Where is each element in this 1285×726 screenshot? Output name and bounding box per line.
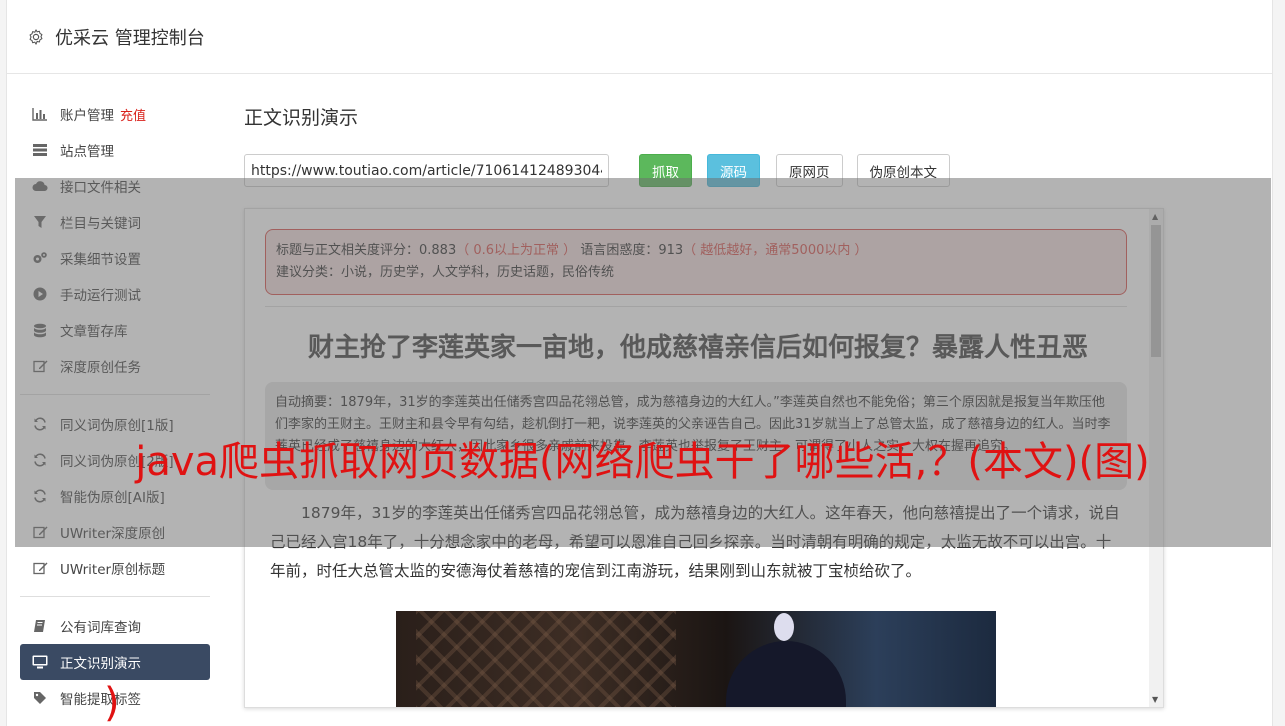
image-hat-knob	[774, 613, 794, 641]
url-input[interactable]	[244, 154, 609, 187]
scroll-down-icon[interactable]: ▼	[1152, 695, 1158, 704]
spin-article-button[interactable]: 伪原创本文	[856, 154, 950, 187]
sidebar-item-uwriter-deep[interactable]: UWriter深度原创	[20, 514, 210, 550]
score-alert: 标题与正文相关度评分：0.883（ 0.6以上为正常 ） 语言困惑度：913（ …	[265, 229, 1127, 295]
edit-icon	[32, 560, 48, 576]
sidebar-item-uwriter-title[interactable]: UWriter原创标题	[20, 550, 210, 586]
sidebar-item-label: 站点管理	[60, 144, 114, 160]
sidebar-item-collect-settings[interactable]: 采集细节设置	[20, 240, 210, 276]
sidebar-item-deep-original[interactable]: 深度原创任务	[20, 348, 210, 384]
sidebar-item-label: UWriter深度原创	[60, 526, 166, 542]
sidebar-item-label: 接口文件相关	[60, 180, 141, 196]
tag-icon	[32, 690, 48, 706]
sidebar: 账户管理 充值 站点管理 接口文件相关 栏目与关键词 采集细节设置 手动运行测试…	[20, 96, 210, 716]
sidebar-item-public-lexicon[interactable]: 公有词库查询	[20, 608, 210, 644]
edit-icon	[32, 524, 48, 540]
sidebar-item-keywords[interactable]: 栏目与关键词	[20, 204, 210, 240]
toolbar: 抓取 源码 原网页 伪原创本文	[244, 154, 950, 187]
article-image	[396, 611, 996, 707]
article-body: 1879年，31岁的李莲英出任储秀宫四品花翎总管，成为慈禧身边的大红人。这年春天…	[270, 504, 1120, 580]
refresh-icon	[32, 416, 48, 432]
image-lattice	[416, 611, 676, 707]
divider	[265, 306, 1127, 307]
recharge-link[interactable]: 充值	[120, 105, 146, 124]
cloud-upload-icon	[32, 178, 48, 194]
header: 优采云 管理控制台	[7, 0, 1272, 74]
play-circle-icon	[32, 286, 48, 302]
relevance-score: 标题与正文相关度评分：0.883	[276, 243, 457, 258]
sidebar-item-label: 文章暂存库	[60, 324, 128, 340]
sidebar-item-interface[interactable]: 接口文件相关	[20, 168, 210, 204]
relevance-note: （ 0.6以上为正常 ）	[456, 243, 577, 258]
scroll-thumb[interactable]	[1151, 225, 1161, 357]
sidebar-divider	[20, 596, 210, 597]
sidebar-item-label: 账户管理	[60, 108, 114, 124]
original-page-button[interactable]: 原网页	[776, 154, 843, 187]
sidebar-item-account[interactable]: 账户管理 充值	[20, 96, 210, 132]
gears-icon	[32, 250, 48, 266]
sidebar-item-label: 手动运行测试	[60, 288, 141, 304]
score-line: 标题与正文相关度评分：0.883（ 0.6以上为正常 ） 语言困惑度：913（ …	[276, 240, 1116, 262]
sidebar-item-label: 正文识别演示	[60, 656, 141, 672]
main-content: 正文识别演示 抓取 源码 原网页 伪原创本文	[244, 96, 1254, 187]
perplexity-score: 语言困惑度：913	[580, 243, 684, 258]
watermark-text: java爬虫抓取网页数据(网络爬虫干了哪些活,？(本文)(图)	[135, 439, 1150, 485]
watermark-text-tail: )	[104, 680, 120, 726]
edit-icon	[32, 358, 48, 374]
database-icon	[32, 322, 48, 338]
grab-button[interactable]: 抓取	[639, 154, 692, 187]
server-icon	[32, 142, 48, 158]
perplexity-note: （ 越低越好，通常5000以内 ）	[683, 243, 868, 258]
source-button[interactable]: 源码	[707, 154, 760, 187]
sidebar-item-label: 深度原创任务	[60, 360, 141, 376]
sidebar-divider	[20, 394, 210, 395]
article-title: 财主抢了李莲英家一亩地，他成慈禧亲信后如何报复？暴露人性丑恶	[307, 333, 1088, 363]
bar-chart-icon	[32, 106, 48, 122]
sidebar-item-label: 采集细节设置	[60, 252, 141, 268]
book-icon	[32, 618, 48, 634]
sidebar-item-label: 智能伪原创[AI版]	[60, 490, 165, 506]
app-title: 优采云 管理控制台	[55, 27, 205, 49]
suggested-categories: 建议分类：小说，历史学，人文学科，历史话题，民俗传统	[276, 265, 615, 280]
gear-icon	[29, 28, 43, 45]
image-hat	[726, 641, 846, 707]
scroll-up-icon[interactable]: ▲	[1152, 212, 1158, 221]
sidebar-item-text-recognition[interactable]: 正文识别演示	[20, 644, 210, 680]
monitor-icon	[32, 654, 48, 670]
refresh-icon	[32, 488, 48, 504]
sidebar-item-label: 智能提取标签	[60, 692, 141, 708]
sidebar-item-manual-run[interactable]: 手动运行测试	[20, 276, 210, 312]
sidebar-item-article-store[interactable]: 文章暂存库	[20, 312, 210, 348]
sidebar-item-sites[interactable]: 站点管理	[20, 132, 210, 168]
sidebar-item-label: 栏目与关键词	[60, 216, 141, 232]
filter-icon	[32, 214, 48, 230]
sidebar-item-label: 公有词库查询	[60, 620, 141, 636]
sidebar-item-label: UWriter原创标题	[60, 562, 166, 578]
sidebar-item-label: 同义词伪原创[1版]	[60, 418, 174, 434]
page-title: 正文识别演示	[244, 107, 359, 129]
